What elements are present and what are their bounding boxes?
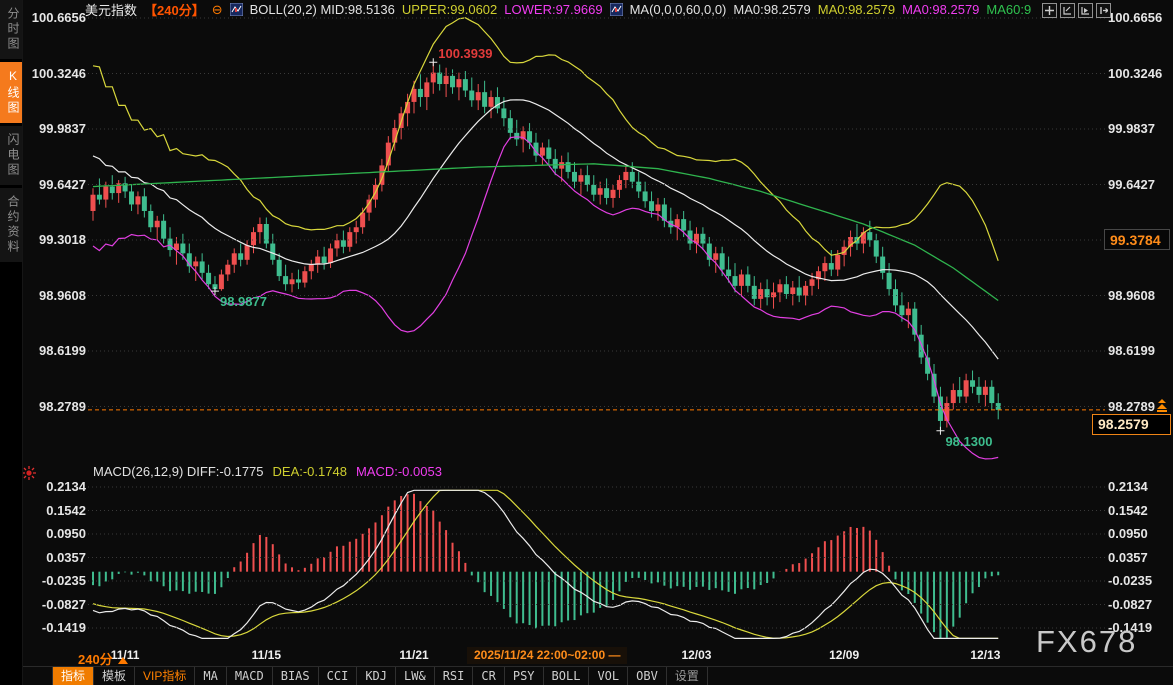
macd-axis-label-right: 0.0950 [1108,526,1172,541]
auto-scroll-icon[interactable] [1078,3,1093,18]
toolbar-button[interactable]: BIAS [273,667,319,685]
toolbar-button[interactable]: CR [473,667,504,685]
alert-icon [21,465,37,481]
period-selector[interactable]: 240分 [78,649,128,668]
boll-upper-value: UPPER:99.0602 [402,2,497,17]
toolbar-button[interactable]: RSI [435,667,474,685]
collapse-icon[interactable]: ⊖ [212,3,223,16]
selected-candle-range: 2025/11/24 22:00~02:00 — [467,647,627,664]
toolbar-button[interactable]: CCI [319,667,358,685]
boll-mid-value: BOLL(20,2) MID:98.5136 [250,2,395,17]
macd-axis-label: -0.0235 [28,573,86,588]
macd-axis-label-right: 0.2134 [1108,479,1172,494]
reference-price-box: 99.3784 [1104,229,1170,250]
x-axis-label: 12/03 [681,648,711,662]
x-axis-label: 11/15 [252,648,281,662]
macd-axis-label: 0.0950 [28,526,86,541]
macd-hist-value: MACD:-0.0053 [356,464,442,479]
sidebar-tab-item[interactable]: 合约资料 [0,188,22,262]
y-axis-label: 98.6199 [28,343,86,358]
x-axis-label: 11/21 [399,648,428,662]
pop-out-icon[interactable] [1096,3,1111,18]
high-annotation: 100.3939 [438,46,492,61]
y-axis-label: 100.3246 [28,66,86,81]
y-axis-label: 98.9608 [28,288,86,303]
symbol-title: 美元指数 [85,0,137,19]
y-axis-label-right: 98.6199 [1108,343,1172,358]
chart-header: 美元指数 【240分】 ⊖ BOLL(20,2) MID:98.5136 UPP… [85,2,1031,17]
sidebar-tab-item[interactable]: 闪电图 [0,126,22,185]
trading-app-window: 分时图 K线图闪电图合约资料 美元指数 【240分】 ⊖ BOLL(20,2) M… [0,0,1173,685]
ma60-value: MA60:9 [986,2,1031,17]
y-axis-label-right: 98.9608 [1108,288,1172,303]
y-axis-label-right: 100.3246 [1108,66,1172,81]
axis-zoom-icon[interactable] [1060,3,1075,18]
macd-axis-label-right: -0.0827 [1108,597,1172,612]
toolbar-button[interactable]: BOLL [544,667,590,685]
toolbar-button[interactable]: 指标 [52,667,94,685]
sidebar-tab-item[interactable]: 分时图 [0,0,22,59]
x-axis-label: 12/09 [829,648,859,662]
y-axis-label-right: 100.6656 [1108,10,1172,25]
macd-dea-value: DEA:-0.1748 [273,464,347,479]
y-axis-label: 99.6427 [28,177,86,192]
macd-diff-value: MACD(26,12,9) DIFF:-0.1775 [93,464,264,479]
toolbar-button[interactable]: OBV [628,667,667,685]
macd-pane[interactable] [93,490,998,638]
y-axis-label: 99.3018 [28,232,86,247]
candlestick-chart[interactable] [0,0,1173,685]
last-price-box: 98.2579 [1092,414,1171,435]
boll-indicator-icon [230,3,243,16]
scroll-to-latest-icon[interactable] [1155,399,1168,412]
toolbar-button[interactable]: 模板 [94,667,135,685]
toolbar-button[interactable]: LW& [396,667,435,685]
indicator-toolbar: 指标模板VIP指标MAMACDBIASCCIKDJLW&RSICRPSYBOLL… [22,666,1173,685]
toolbar-button[interactable]: VIP指标 [135,667,195,685]
chart-type-sidebar: 分时图 K线图闪电图合约资料 [0,0,23,685]
toolbar-button[interactable]: 设置 [667,667,708,685]
chart-tools [1042,3,1111,18]
low-annotation: 98.1300 [945,434,992,449]
period-tag: 【240分】 [144,0,205,19]
period-up-triangle-icon [118,657,128,664]
toolbar-button[interactable]: VOL [589,667,628,685]
watermark: FX678 [1036,624,1137,660]
y-axis-label-right: 99.9837 [1108,121,1172,136]
macd-axis-label: -0.0827 [28,597,86,612]
y-axis-label: 98.2789 [28,399,86,414]
y-axis-label-right: 99.6427 [1108,177,1172,192]
toolbar-button[interactable]: PSY [505,667,544,685]
toolbar-button[interactable]: MACD [227,667,273,685]
macd-axis-label: 0.2134 [28,479,86,494]
macd-axis-label: -0.1419 [28,620,86,635]
macd-axis-label-right: -0.0235 [1108,573,1172,588]
toolbar-button[interactable]: KDJ [357,667,396,685]
macd-axis-label-right: 0.0357 [1108,550,1172,565]
x-axis-label: 12/13 [970,648,1000,662]
macd-axis-label-right: 0.1542 [1108,503,1172,518]
ma-indicator-icon [610,3,623,16]
macd-axis-label: 0.1542 [28,503,86,518]
ma0-magenta-value: MA0:98.2579 [902,2,979,17]
sidebar-tab-active[interactable]: K线图 [0,62,22,123]
ma0-white-value: MA0:98.2579 [733,2,810,17]
y-axis-label: 100.6656 [28,10,86,25]
pan-crosshair-icon[interactable] [1042,3,1057,18]
ma0-yellow-value: MA0:98.2579 [818,2,895,17]
toolbar-button[interactable]: MA [195,667,226,685]
main-pane[interactable] [91,18,1001,459]
y-axis-label: 99.9837 [28,121,86,136]
low-annotation: 98.9877 [220,294,267,309]
macd-header: MACD(26,12,9) DIFF:-0.1775 DEA:-0.1748 M… [93,464,442,479]
ma-params: MA(0,0,0,60,0,0) [630,2,727,17]
macd-axis-label: 0.0357 [28,550,86,565]
boll-lower-value: LOWER:97.9669 [504,2,602,17]
